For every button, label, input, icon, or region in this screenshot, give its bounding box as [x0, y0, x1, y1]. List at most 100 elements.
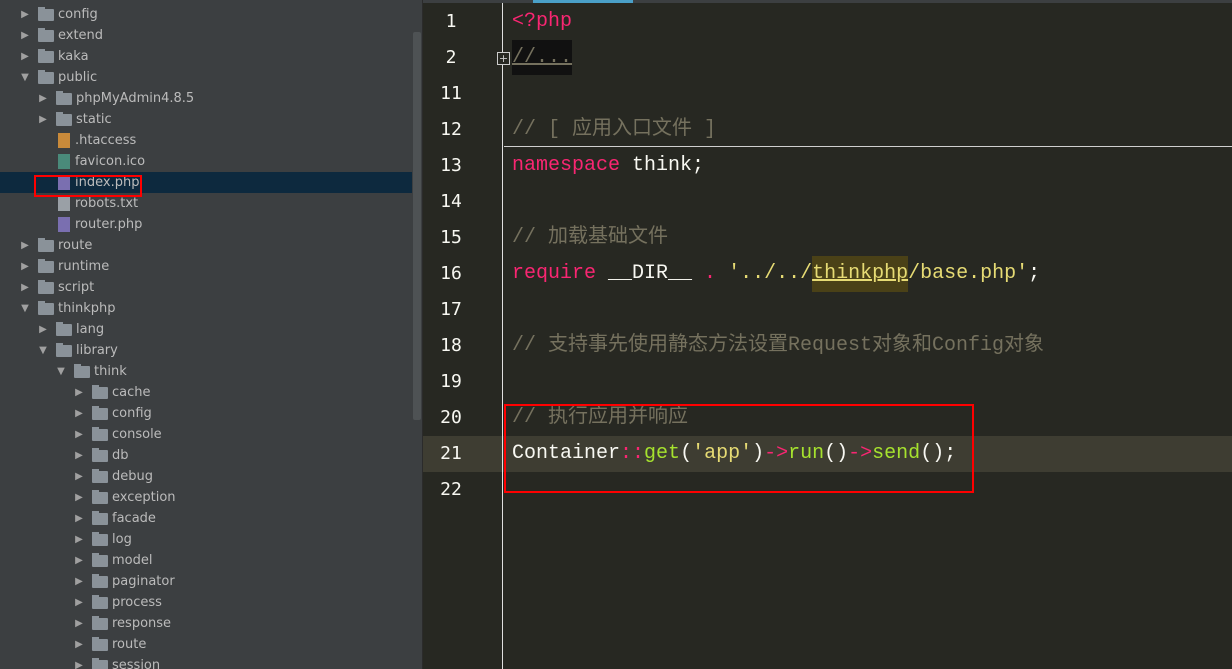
folder-icon: [92, 573, 108, 588]
code-token: think;: [620, 154, 705, 177]
chevron-right-icon[interactable]: ▶: [74, 597, 84, 608]
code-line: require __DIR__ . '../../thinkphp/base.p…: [512, 256, 1040, 292]
tree-item-label: router.php: [75, 217, 143, 232]
chevron-right-icon[interactable]: ▶: [74, 450, 84, 461]
chevron-right-icon[interactable]: ▶: [74, 555, 84, 566]
tree-item-label: facade: [112, 511, 156, 526]
tree-item[interactable]: ▶ static: [0, 109, 412, 130]
chevron-right-icon[interactable]: ▶: [38, 324, 48, 335]
chevron-right-icon[interactable]: ▶: [74, 534, 84, 545]
tree-item-label: runtime: [58, 259, 110, 274]
code-token: <?php: [512, 10, 573, 33]
tree-item[interactable]: ▶ cache: [0, 382, 412, 403]
tree-item[interactable]: ▼ public: [0, 67, 412, 88]
folder-icon: [56, 111, 72, 126]
tree-item[interactable]: ▶ exception: [0, 487, 412, 508]
chevron-down-icon[interactable]: ▼: [20, 72, 30, 83]
tree-item[interactable]: ▶ runtime: [0, 256, 412, 277]
line-number: 16: [440, 263, 462, 284]
chevron-right-icon[interactable]: ▶: [20, 240, 30, 251]
code-line: // [ 应用入口文件 ]: [512, 112, 716, 148]
chevron-right-icon[interactable]: ▶: [74, 429, 84, 440]
folder-icon: [92, 384, 108, 399]
tree-item[interactable]: ▶ script: [0, 277, 412, 298]
chevron-right-icon[interactable]: ▶: [38, 93, 48, 104]
sidebar-scrollbar[interactable]: [413, 32, 421, 420]
tree-item[interactable]: ▶ response: [0, 613, 412, 634]
tree-item-label: model: [112, 553, 153, 568]
chevron-right-icon[interactable]: ▶: [20, 282, 30, 293]
chevron-right-icon[interactable]: ▶: [74, 513, 84, 524]
tree-item-label: kaka: [58, 49, 89, 64]
chevron-right-icon[interactable]: ▶: [20, 30, 30, 41]
folder-icon: [38, 258, 54, 273]
folder-icon: [38, 300, 54, 315]
code-line: //...: [512, 40, 572, 76]
tree-item-label: lang: [76, 322, 105, 337]
code-line: // 支持事先使用静态方法设置Request对象和Config对象: [512, 328, 1044, 364]
tree-item[interactable]: ▶ model: [0, 550, 412, 571]
tree-item[interactable]: ▶ session: [0, 655, 412, 669]
ht-file-icon: [58, 133, 70, 148]
tree-item-label: script: [58, 280, 95, 295]
folder-icon: [92, 552, 108, 567]
tree-item[interactable]: ▶ route: [0, 235, 412, 256]
tree-item-label: library: [76, 343, 118, 358]
tree-item[interactable]: ▶ route: [0, 634, 412, 655]
tree-item[interactable]: ▶ debug: [0, 466, 412, 487]
tree-item[interactable]: ▼ library: [0, 340, 412, 361]
chevron-right-icon[interactable]: ▶: [74, 408, 84, 419]
chevron-down-icon[interactable]: ▼: [38, 345, 48, 356]
tree-item-label: debug: [112, 469, 153, 484]
tree-item-label: log: [112, 532, 132, 547]
line-number: 12: [440, 119, 462, 140]
chevron-right-icon[interactable]: ▶: [20, 261, 30, 272]
tree-item[interactable]: .htaccess: [0, 130, 412, 151]
chevron-right-icon[interactable]: ▶: [38, 114, 48, 125]
folder-icon: [92, 636, 108, 651]
tree-item-label: phpMyAdmin4.8.5: [76, 91, 195, 106]
tree-item[interactable]: ▶ extend: [0, 25, 412, 46]
tree-item[interactable]: ▶ paginator: [0, 571, 412, 592]
chevron-right-icon[interactable]: ▶: [74, 471, 84, 482]
annotation-box-index-php: [34, 175, 142, 197]
code-token: // [ 应用入口文件 ]: [512, 118, 717, 141]
tree-item[interactable]: favicon.ico: [0, 151, 412, 172]
chevron-right-icon[interactable]: ▶: [74, 492, 84, 503]
folder-icon: [92, 657, 108, 669]
chevron-right-icon[interactable]: ▶: [74, 576, 84, 587]
line-number: 20: [440, 407, 462, 428]
chevron-right-icon[interactable]: ▶: [20, 51, 30, 62]
tree-item-label: exception: [112, 490, 176, 505]
chevron-right-icon[interactable]: ▶: [74, 387, 84, 398]
tree-item[interactable]: router.php: [0, 214, 412, 235]
tree-item-label: static: [76, 112, 112, 127]
chevron-right-icon[interactable]: ▶: [74, 618, 84, 629]
folder-icon: [92, 489, 108, 504]
tree-item-label: thinkphp: [58, 301, 116, 316]
tree-item-label: route: [112, 637, 147, 652]
code-token: namespace: [512, 154, 621, 177]
code-token: .: [704, 262, 717, 285]
chevron-down-icon[interactable]: ▼: [56, 366, 66, 377]
tree-item[interactable]: ▶ config: [0, 4, 412, 25]
tree-item[interactable]: ▶ db: [0, 445, 412, 466]
tree-item[interactable]: ▼ thinkphp: [0, 298, 412, 319]
tree-item-label: .htaccess: [75, 133, 137, 148]
tree-item[interactable]: ▶ facade: [0, 508, 412, 529]
tree-item[interactable]: ▶ console: [0, 424, 412, 445]
tree-item[interactable]: ▶ config: [0, 403, 412, 424]
chevron-right-icon[interactable]: ▶: [20, 9, 30, 20]
tree-item[interactable]: ▶ lang: [0, 319, 412, 340]
chevron-right-icon[interactable]: ▶: [74, 660, 84, 669]
chevron-right-icon[interactable]: ▶: [74, 639, 84, 650]
active-tab-indicator[interactable]: [533, 0, 633, 3]
tree-item[interactable]: ▶ process: [0, 592, 412, 613]
tree-item[interactable]: ▶ kaka: [0, 46, 412, 67]
chevron-down-icon[interactable]: ▼: [20, 303, 30, 314]
tree-item[interactable]: ▶ log: [0, 529, 412, 550]
tree-item[interactable]: ▼ think: [0, 361, 412, 382]
tree-item[interactable]: ▶ phpMyAdmin4.8.5: [0, 88, 412, 109]
line-number: 14: [440, 191, 462, 212]
expand-fold-icon[interactable]: +: [497, 52, 510, 65]
